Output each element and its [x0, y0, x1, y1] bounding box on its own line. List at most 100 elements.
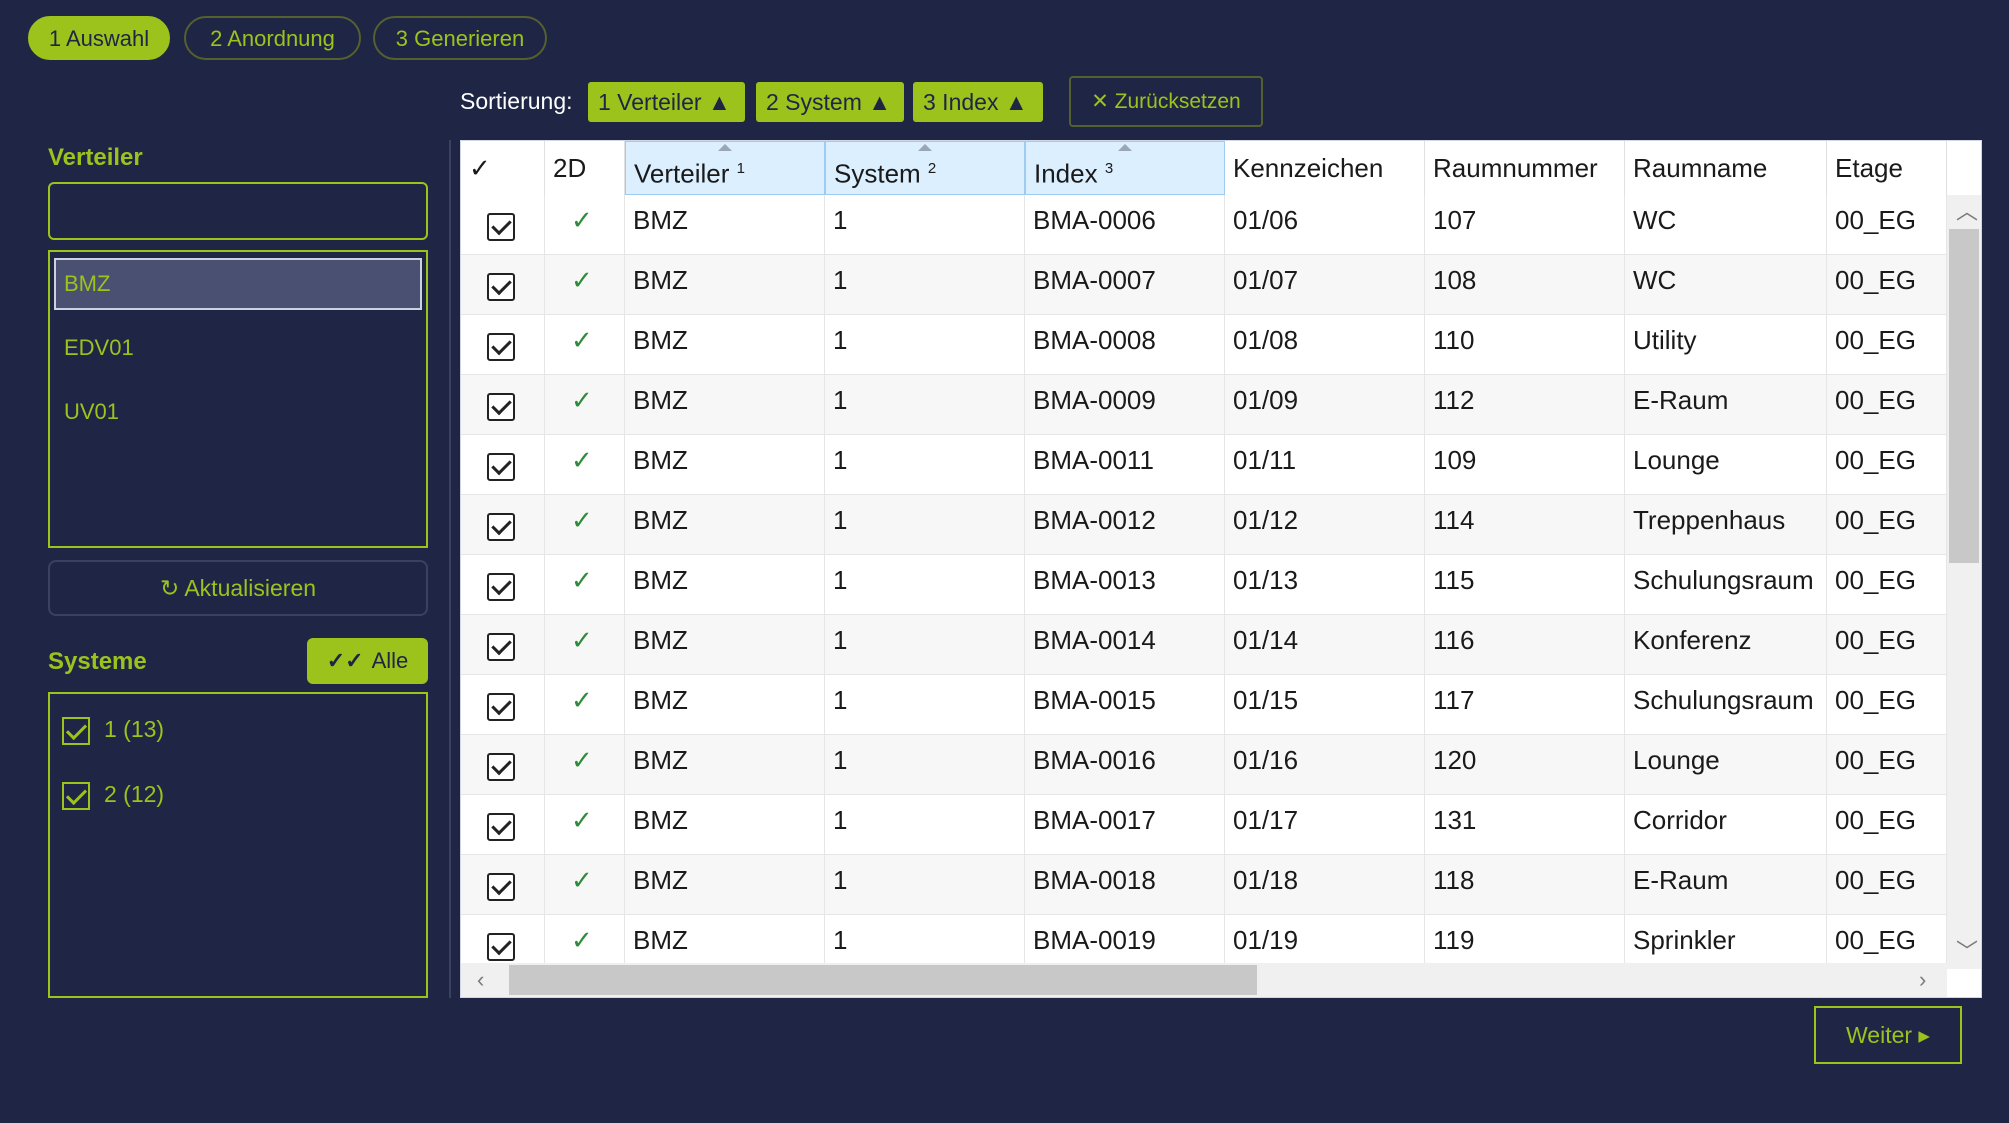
check-icon: ✓: [571, 205, 593, 235]
system-item-2[interactable]: 2 (12): [62, 777, 164, 811]
table-cell: 01/07: [1225, 255, 1425, 315]
table-cell: 131: [1425, 795, 1625, 855]
row-checkbox[interactable]: [487, 933, 515, 961]
row-checkbox[interactable]: [487, 873, 515, 901]
column-header[interactable]: ✓: [461, 141, 545, 195]
vertical-scroll-thumb[interactable]: [1949, 229, 1979, 563]
verteiler-item-uv01[interactable]: UV01: [54, 386, 422, 438]
column-header[interactable]: Etage: [1827, 141, 1947, 195]
row-checkbox[interactable]: [487, 213, 515, 241]
select-all-button[interactable]: ✓✓ Alle: [307, 638, 428, 684]
table-row[interactable]: ✓ BMZ 1 BMA-0014 01/14 116 Konferenz 00_EG: [461, 615, 1947, 675]
scroll-up-icon[interactable]: ︿: [1956, 201, 1978, 223]
reset-sort-button[interactable]: ✕ Zurücksetzen: [1069, 76, 1263, 127]
verteiler-search-input[interactable]: [48, 182, 428, 240]
table-row[interactable]: ✓ BMZ 1 BMA-0007 01/07 108 WC 00_EG: [461, 255, 1947, 315]
sort-chip-index[interactable]: 3 Index ▲: [913, 82, 1043, 122]
row-checkbox[interactable]: [487, 393, 515, 421]
table-cell: BMA-0016: [1025, 735, 1225, 795]
row-checkbox[interactable]: [487, 273, 515, 301]
table-cell: BMA-0008: [1025, 315, 1225, 375]
check-icon: ✓: [571, 865, 593, 895]
table-cell: 1: [825, 375, 1025, 435]
verteiler-item-edv01[interactable]: EDV01: [54, 322, 422, 374]
table-row[interactable]: ✓ BMZ 1 BMA-0011 01/11 109 Lounge 00_EG: [461, 435, 1947, 495]
column-header[interactable]: Raumnummer: [1425, 141, 1625, 195]
table-cell: 01/11: [1225, 435, 1425, 495]
step-tab-auswahl[interactable]: 1 Auswahl: [28, 16, 170, 60]
sort-chip-system[interactable]: 2 System ▲: [756, 82, 904, 122]
sort-order-index: 1: [736, 160, 745, 177]
table-cell: 01/06: [1225, 195, 1425, 255]
column-header[interactable]: Verteiler 1: [625, 141, 825, 195]
row-checkbox[interactable]: [487, 813, 515, 841]
row-2d-cell: ✓: [545, 735, 625, 795]
row-select-cell: [461, 795, 545, 855]
horizontal-scrollbar[interactable]: ‹ ›: [461, 963, 1947, 997]
row-2d-cell: ✓: [545, 435, 625, 495]
horizontal-scroll-thumb[interactable]: [509, 965, 1257, 995]
scroll-down-icon[interactable]: ﹀: [1956, 941, 1978, 963]
table-row[interactable]: ✓ BMZ 1 BMA-0009 01/09 112 E-Raum 00_EG: [461, 375, 1947, 435]
verteiler-item-bmz[interactable]: BMZ: [54, 258, 422, 310]
system-item-1[interactable]: 1 (13): [62, 712, 164, 746]
table-cell: 120: [1425, 735, 1625, 795]
column-header-label: Index: [1034, 158, 1098, 189]
table-row[interactable]: ✓ BMZ 1 BMA-0013 01/13 115 Schulungsraum 00_EG: [461, 555, 1947, 615]
table-row[interactable]: ✓ BMZ 1 BMA-0006 01/06 107 WC 00_EG: [461, 195, 1947, 255]
row-checkbox[interactable]: [487, 693, 515, 721]
column-header[interactable]: System 2: [825, 141, 1025, 195]
column-header[interactable]: 2D: [545, 141, 625, 195]
step-tab-generieren[interactable]: 3 Generieren: [373, 16, 547, 60]
row-2d-cell: ✓: [545, 555, 625, 615]
table-cell: 01/09: [1225, 375, 1425, 435]
system-checkbox-1[interactable]: [62, 716, 90, 745]
column-header-label: Verteiler: [634, 158, 730, 189]
table-cell: 01/12: [1225, 495, 1425, 555]
step-tab-anordnung[interactable]: 2 Anordnung: [184, 16, 361, 60]
column-header[interactable]: Kennzeichen: [1225, 141, 1425, 195]
table-row[interactable]: ✓ BMZ 1 BMA-0012 01/12 114 Treppenhaus 00_EG: [461, 495, 1947, 555]
table-cell: 109: [1425, 435, 1625, 495]
row-checkbox[interactable]: [487, 753, 515, 781]
table-cell: 00_EG: [1827, 615, 1947, 675]
table-row[interactable]: ✓ BMZ 1 BMA-0008 01/08 110 Utility 00_EG: [461, 315, 1947, 375]
column-header[interactable]: Index 3: [1025, 141, 1225, 195]
row-2d-cell: ✓: [545, 615, 625, 675]
next-button[interactable]: Weiter ▸: [1814, 1006, 1962, 1064]
check-icon: ✓: [571, 685, 593, 715]
table-cell: BMZ: [625, 615, 825, 675]
row-checkbox[interactable]: [487, 333, 515, 361]
table-cell: 112: [1425, 375, 1625, 435]
table-cell: BMZ: [625, 375, 825, 435]
row-2d-cell: ✓: [545, 795, 625, 855]
table-cell: BMA-0006: [1025, 195, 1225, 255]
sort-order-index: 3: [1104, 160, 1114, 177]
scroll-right-icon[interactable]: ›: [1919, 969, 1926, 991]
sort-ascending-icon: [1118, 144, 1132, 151]
table-row[interactable]: ✓ BMZ 1 BMA-0018 01/18 118 E-Raum 00_EG: [461, 855, 1947, 915]
table-row[interactable]: ✓ BMZ 1 BMA-0015 01/15 117 Schulungsraum 00_EG: [461, 675, 1947, 735]
system-checkbox-2[interactable]: [62, 781, 90, 810]
table-cell: 00_EG: [1827, 315, 1947, 375]
scroll-left-icon[interactable]: ‹: [477, 969, 484, 991]
row-checkbox[interactable]: [487, 453, 515, 481]
sort-chip-verteiler[interactable]: 1 Verteiler ▲: [588, 82, 745, 122]
refresh-button[interactable]: ↻ Aktualisieren: [48, 560, 428, 616]
row-checkbox[interactable]: [487, 633, 515, 661]
column-header[interactable]: Raumname: [1625, 141, 1827, 195]
table-row[interactable]: ✓ BMZ 1 BMA-0017 01/17 131 Corridor 00_EG: [461, 795, 1947, 855]
table-cell: 1: [825, 615, 1025, 675]
sort-label: Sortierung:: [460, 88, 573, 114]
table-cell: 1: [825, 735, 1025, 795]
vertical-scrollbar[interactable]: ︿ ﹀: [1947, 195, 1981, 969]
table-cell: BMA-0013: [1025, 555, 1225, 615]
table-cell: 00_EG: [1827, 255, 1947, 315]
table-cell: 00_EG: [1827, 195, 1947, 255]
row-checkbox[interactable]: [487, 513, 515, 541]
row-checkbox[interactable]: [487, 573, 515, 601]
check-icon: ✓: [571, 565, 593, 595]
table-cell: 110: [1425, 315, 1625, 375]
table-row[interactable]: ✓ BMZ 1 BMA-0016 01/16 120 Lounge 00_EG: [461, 735, 1947, 795]
table-cell: BMZ: [625, 195, 825, 255]
